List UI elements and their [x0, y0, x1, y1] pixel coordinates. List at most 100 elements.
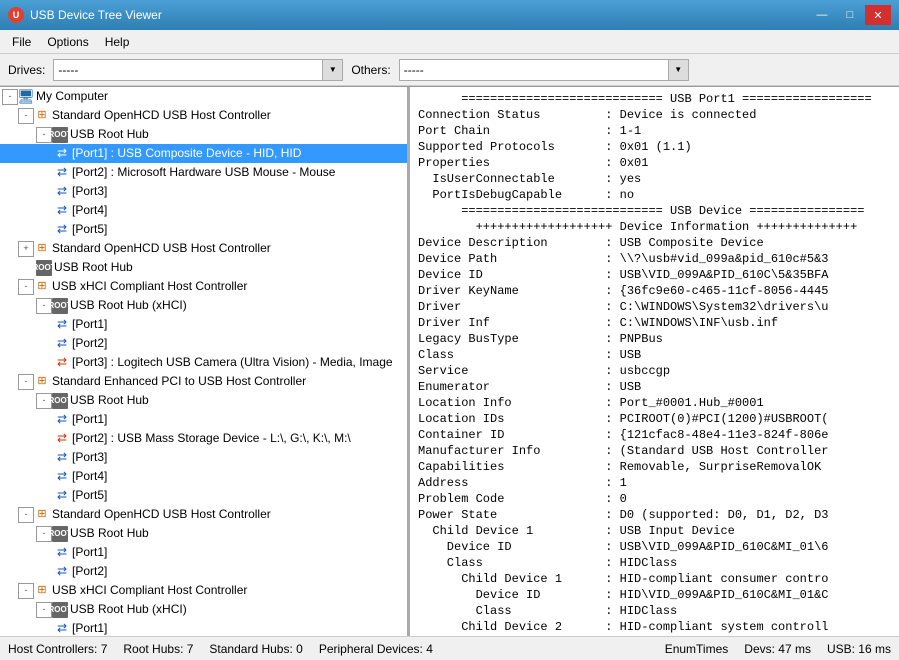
pci-port4-label: [Port4]: [72, 468, 107, 485]
pci-port3-label: [Port3]: [72, 449, 107, 466]
tree-row-hub4[interactable]: - ROOT USB Root Hub: [0, 524, 407, 543]
menu-file[interactable]: File: [4, 32, 39, 52]
expand-mycomputer[interactable]: -: [2, 89, 18, 105]
expand-controller2[interactable]: +: [18, 241, 34, 257]
tree-row-xhci-port3-camera[interactable]: ⇄ [Port3] : Logitech USB Camera (Ultra V…: [0, 353, 407, 372]
tree-panel[interactable]: - 🖥 My Computer - ⊞ Standard OpenHCD USB…: [0, 87, 410, 636]
tree-row-mycomputer[interactable]: - 🖥 My Computer: [0, 87, 407, 106]
tree-row-pci-port1[interactable]: ⇄ [Port1]: [0, 410, 407, 429]
tree-row-c3-port1[interactable]: ⇄ [Port1]: [0, 543, 407, 562]
expand-controller3[interactable]: -: [18, 507, 34, 523]
minimize-button[interactable]: —: [809, 5, 835, 25]
others-value: -----: [400, 63, 668, 77]
tree-row-pci-port4[interactable]: ⇄ [Port4]: [0, 467, 407, 486]
others-combo[interactable]: ----- ▼: [399, 59, 689, 81]
tree-row-hub3[interactable]: - ROOT USB Root Hub: [0, 391, 407, 410]
detail-line: Child Device 1 : HID-compliant consumer …: [418, 571, 891, 587]
pci-port2-storage-label: [Port2] : USB Mass Storage Device - L:\,…: [72, 430, 351, 447]
tree-row-c3-port2[interactable]: ⇄ [Port2]: [0, 562, 407, 581]
detail-line: Location IDs : PCIROOT(0)#PCI(1200)#USBR…: [418, 411, 891, 427]
detail-line: Supported Protocols : 0x01 (1.1): [418, 139, 891, 155]
root-hub2-badge: ROOT: [36, 260, 52, 276]
status-enum-times: EnumTimes: [665, 642, 729, 656]
tree-row-hub1[interactable]: - ROOT USB Root Hub: [0, 125, 407, 144]
pci-port1-icon: ⇄: [54, 412, 70, 428]
detail-line: ============================ USB Device …: [418, 203, 891, 219]
tree-row-xhci1[interactable]: - ⊞ USB xHCI Compliant Host Controller: [0, 277, 407, 296]
detail-line: ============================ USB Port1 =…: [418, 91, 891, 107]
mouse-icon: ⇄: [54, 165, 70, 181]
detail-line: Container ID : {121cfac8-48e4-11e3-824f-…: [418, 427, 891, 443]
controller2-icon: ⊞: [34, 241, 50, 257]
detail-line: Manufacturer Info : (Standard USB Host C…: [418, 443, 891, 459]
close-button[interactable]: ✕: [865, 5, 891, 25]
tree-row-port2-mouse[interactable]: ⇄ [Port2] : Microsoft Hardware USB Mouse…: [0, 163, 407, 182]
xhci-hub2-badge: ROOT: [52, 602, 68, 618]
detail-line: PortIsDebugCapable : no: [418, 187, 891, 203]
tree-row-port3[interactable]: ⇄ [Port3]: [0, 182, 407, 201]
hub2-label: USB Root Hub: [54, 259, 133, 276]
tree-row-controller3[interactable]: - ⊞ Standard OpenHCD USB Host Controller: [0, 505, 407, 524]
status-usb: USB: 16 ms: [827, 642, 891, 656]
detail-line: Device ID : HID\VID_099A&PID_610C&MI_01&…: [418, 635, 891, 636]
detail-line: Legacy BusType : PNPBus: [418, 331, 891, 347]
expand-xhci2[interactable]: -: [18, 583, 34, 599]
drives-arrow[interactable]: ▼: [322, 60, 342, 80]
tree-row-xhci2-port1[interactable]: ⇄ [Port1]: [0, 619, 407, 636]
menu-options[interactable]: Options: [39, 32, 96, 52]
hub4-label: USB Root Hub: [70, 525, 149, 542]
drives-combo[interactable]: ----- ▼: [53, 59, 343, 81]
detail-panel[interactable]: ============================ USB Port1 =…: [410, 87, 899, 636]
root-hub-badge: ROOT: [52, 127, 68, 143]
xhci1-icon: ⊞: [34, 279, 50, 295]
expand-controller1[interactable]: -: [18, 108, 34, 124]
detail-line: Connection Status : Device is connected: [418, 107, 891, 123]
tree-row-pci1[interactable]: - ⊞ Standard Enhanced PCI to USB Host Co…: [0, 372, 407, 391]
expand-xhci1[interactable]: -: [18, 279, 34, 295]
tree-row-port5[interactable]: ⇄ [Port5]: [0, 220, 407, 239]
port5-icon: ⇄: [54, 222, 70, 238]
detail-line: Properties : 0x01: [418, 155, 891, 171]
drives-value: -----: [54, 63, 322, 77]
port3-label: [Port3]: [72, 183, 107, 200]
xhci-hub1-badge: ROOT: [52, 298, 68, 314]
main-area: - 🖥 My Computer - ⊞ Standard OpenHCD USB…: [0, 86, 899, 636]
drives-label: Drives:: [8, 63, 45, 77]
tree-row-pci-port5[interactable]: ⇄ [Port5]: [0, 486, 407, 505]
port5-label: [Port5]: [72, 221, 107, 238]
tree-row-xhci-port2[interactable]: ⇄ [Port2]: [0, 334, 407, 353]
toolbar: Drives: ----- ▼ Others: ----- ▼: [0, 54, 899, 86]
tree-row-xhci-hub2[interactable]: - ROOT USB Root Hub (xHCI): [0, 600, 407, 619]
detail-line: Child Device 2 : HID-compliant system co…: [418, 619, 891, 635]
pci-port5-label: [Port5]: [72, 487, 107, 504]
detail-line: Driver : C:\WINDOWS\System32\drivers\u: [418, 299, 891, 315]
xhci2-icon: ⊞: [34, 583, 50, 599]
xhci-port1-label: [Port1]: [72, 316, 107, 333]
hub4-badge: ROOT: [52, 526, 68, 542]
tree-row-port1-device[interactable]: ⇄ [Port1] : USB Composite Device - HID, …: [0, 144, 407, 163]
tree-row-controller1[interactable]: - ⊞ Standard OpenHCD USB Host Controller: [0, 106, 407, 125]
menu-help[interactable]: Help: [97, 32, 138, 52]
detail-line: Class : USB: [418, 347, 891, 363]
tree-row-pci-port3[interactable]: ⇄ [Port3]: [0, 448, 407, 467]
detail-line: Enumerator : USB: [418, 379, 891, 395]
xhci-hub1-label: USB Root Hub (xHCI): [70, 297, 187, 314]
camera-icon: ⇄: [54, 355, 70, 371]
tree-row-xhci2[interactable]: - ⊞ USB xHCI Compliant Host Controller: [0, 581, 407, 600]
maximize-button[interactable]: □: [837, 5, 863, 25]
c3-port2-label: [Port2]: [72, 563, 107, 580]
controller3-label: Standard OpenHCD USB Host Controller: [52, 506, 271, 523]
tree-row-controller2[interactable]: + ⊞ Standard OpenHCD USB Host Controller: [0, 239, 407, 258]
xhci2-port1-label: [Port1]: [72, 620, 107, 636]
tree-row-hub2[interactable]: ROOT USB Root Hub: [0, 258, 407, 277]
others-arrow[interactable]: ▼: [668, 60, 688, 80]
hid-device-icon: ⇄: [54, 146, 70, 162]
detail-line: Device ID : USB\VID_099A&PID_610C\5&35BF…: [418, 267, 891, 283]
tree-row-port4[interactable]: ⇄ [Port4]: [0, 201, 407, 220]
xhci2-port1-icon: ⇄: [54, 621, 70, 637]
status-peripheral-devices: Peripheral Devices: 4: [319, 642, 433, 656]
tree-row-pci-port2-storage[interactable]: ⇄ [Port2] : USB Mass Storage Device - L:…: [0, 429, 407, 448]
tree-row-xhci-port1[interactable]: ⇄ [Port1]: [0, 315, 407, 334]
expand-pci1[interactable]: -: [18, 374, 34, 390]
tree-row-xhci-hub1[interactable]: - ROOT USB Root Hub (xHCI): [0, 296, 407, 315]
